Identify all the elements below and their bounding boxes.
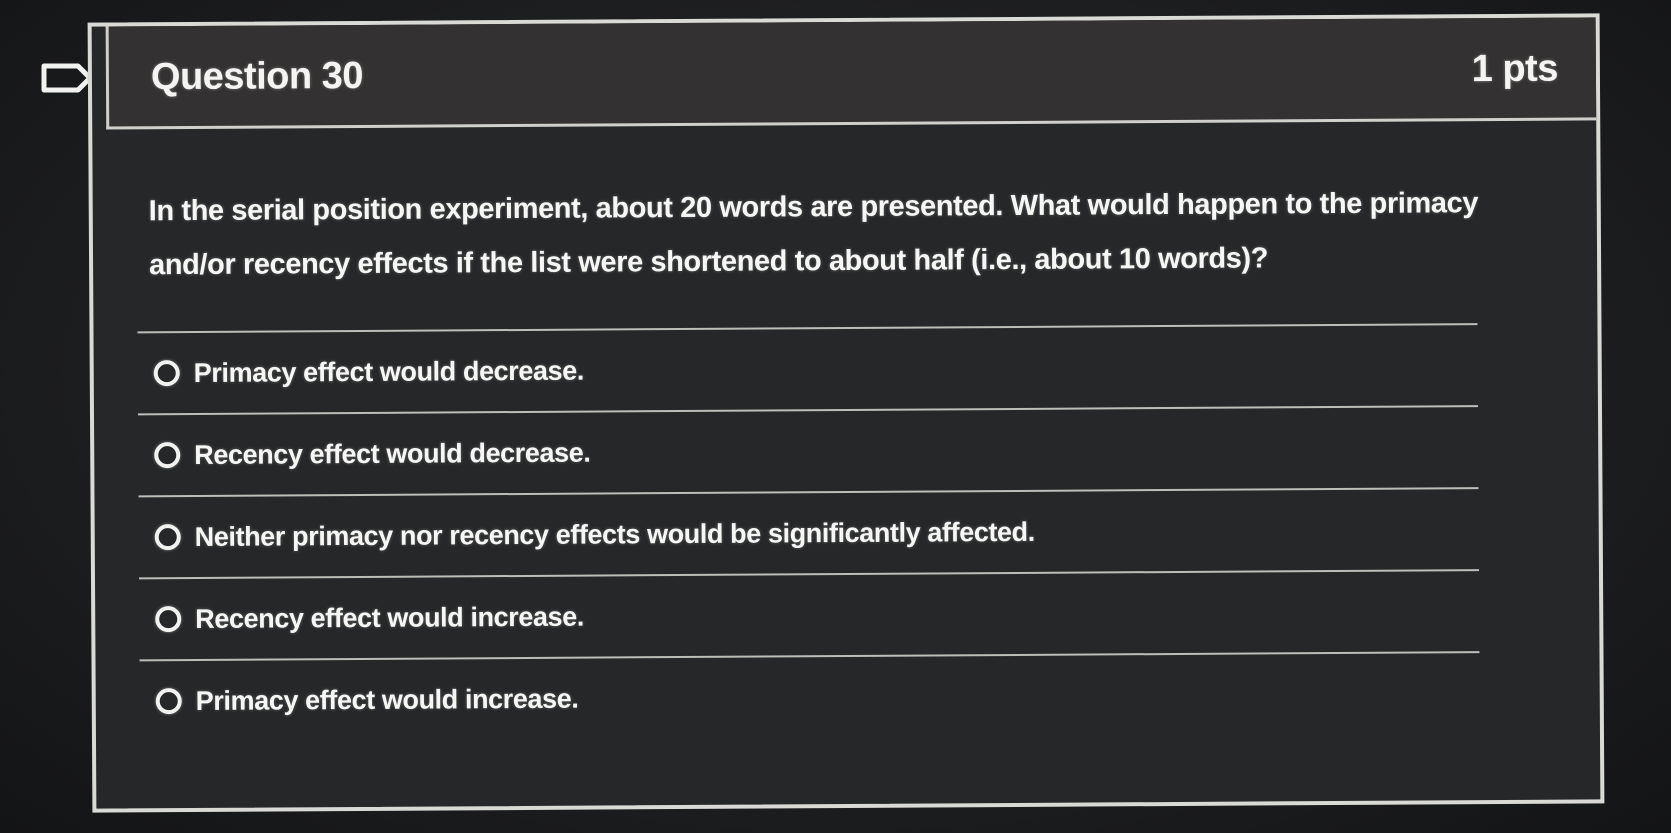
answer-option-3[interactable]: Neither primacy nor recency effects woul…: [138, 487, 1479, 578]
answer-label[interactable]: Neither primacy nor recency effects woul…: [195, 516, 1035, 552]
radio-button[interactable]: [154, 442, 181, 469]
radio-button[interactable]: [153, 360, 180, 387]
answer-label[interactable]: Recency effect would increase.: [195, 601, 584, 634]
answer-label[interactable]: Recency effect would decrease.: [194, 437, 590, 470]
answer-option-4[interactable]: Recency effect would increase.: [138, 569, 1480, 660]
answer-label[interactable]: Primacy effect would decrease.: [194, 355, 584, 388]
answer-list: Primacy effect would decrease. Recency e…: [137, 323, 1480, 742]
answer-option-1[interactable]: Primacy effect would decrease.: [137, 323, 1478, 414]
answer-label[interactable]: Primacy effect would increase.: [196, 683, 579, 716]
question-header: Question 30 1 pts: [105, 17, 1597, 130]
question-points: 1 pts: [1471, 47, 1559, 91]
radio-button[interactable]: [154, 524, 181, 551]
question-title: Question 30: [150, 54, 364, 99]
answer-option-2[interactable]: Recency effect would decrease.: [137, 405, 1479, 496]
question-card: Question 30 1 pts In the serial position…: [87, 13, 1605, 813]
question-text: In the serial position experiment, about…: [148, 187, 1479, 282]
answer-option-5[interactable]: Primacy effect would increase.: [139, 651, 1480, 742]
radio-button[interactable]: [155, 688, 182, 715]
radio-button[interactable]: [155, 606, 182, 633]
